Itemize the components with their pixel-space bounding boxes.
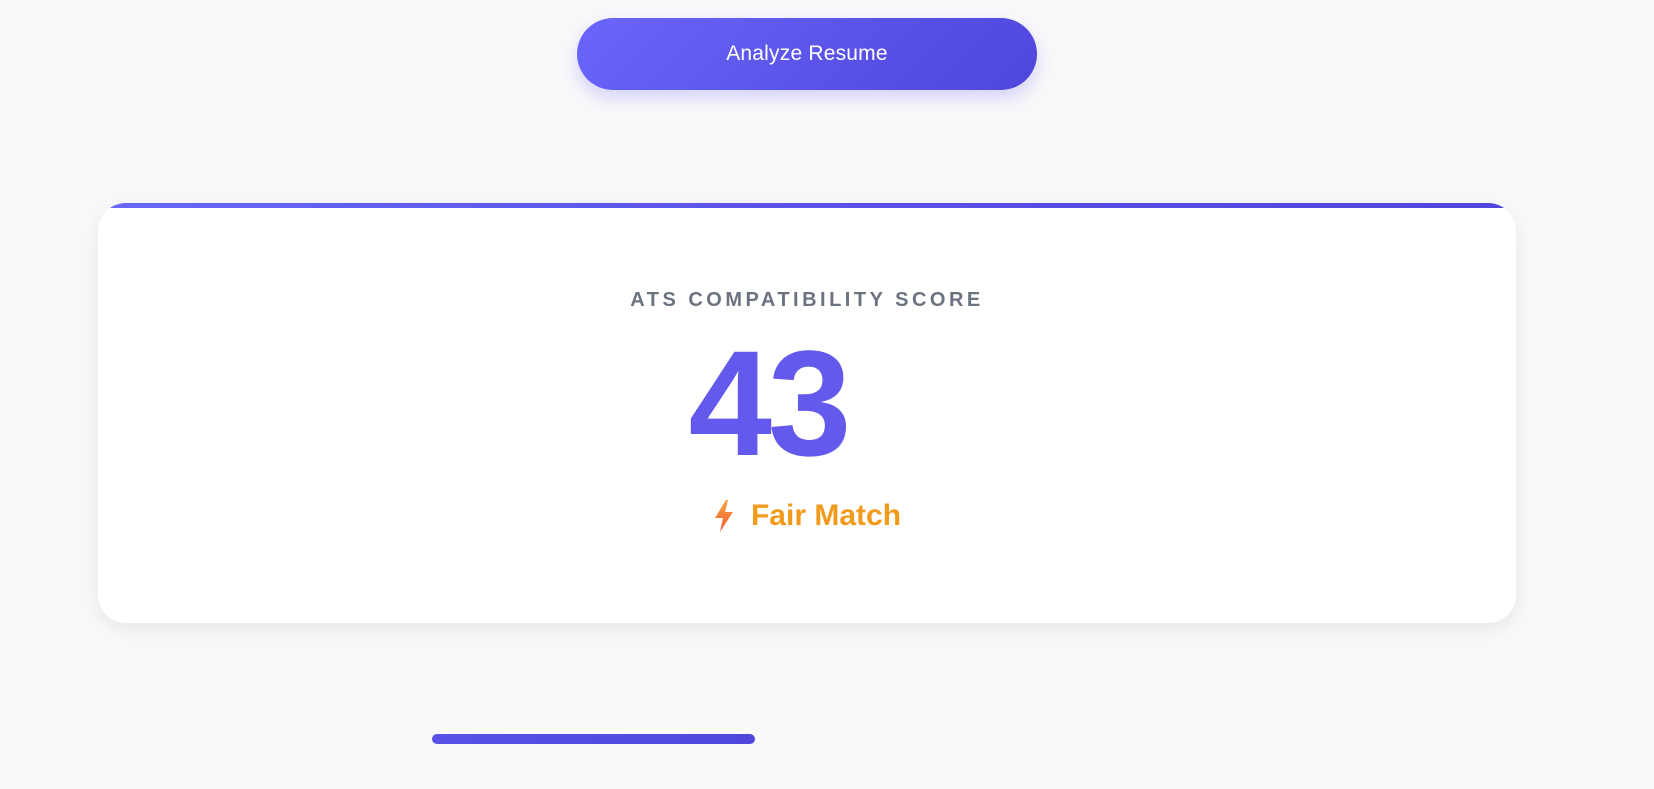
card-accent-bar [98,203,1516,208]
page: Analyze Resume ATS COMPATIBILITY SCORE 4… [0,0,1654,789]
match-status: Fair Match [98,499,1516,533]
analyze-resume-button[interactable]: Analyze Resume [577,18,1037,90]
loading-progress-fill [432,734,755,744]
score-label: ATS COMPATIBILITY SCORE [630,289,984,311]
loading-progress-bar [432,734,755,744]
score-card: ATS COMPATIBILITY SCORE 43 Fair Match [98,203,1516,623]
score-value: 43 [688,319,852,487]
match-label: Fair Match [750,499,902,532]
lightning-bolt-icon [713,500,735,532]
